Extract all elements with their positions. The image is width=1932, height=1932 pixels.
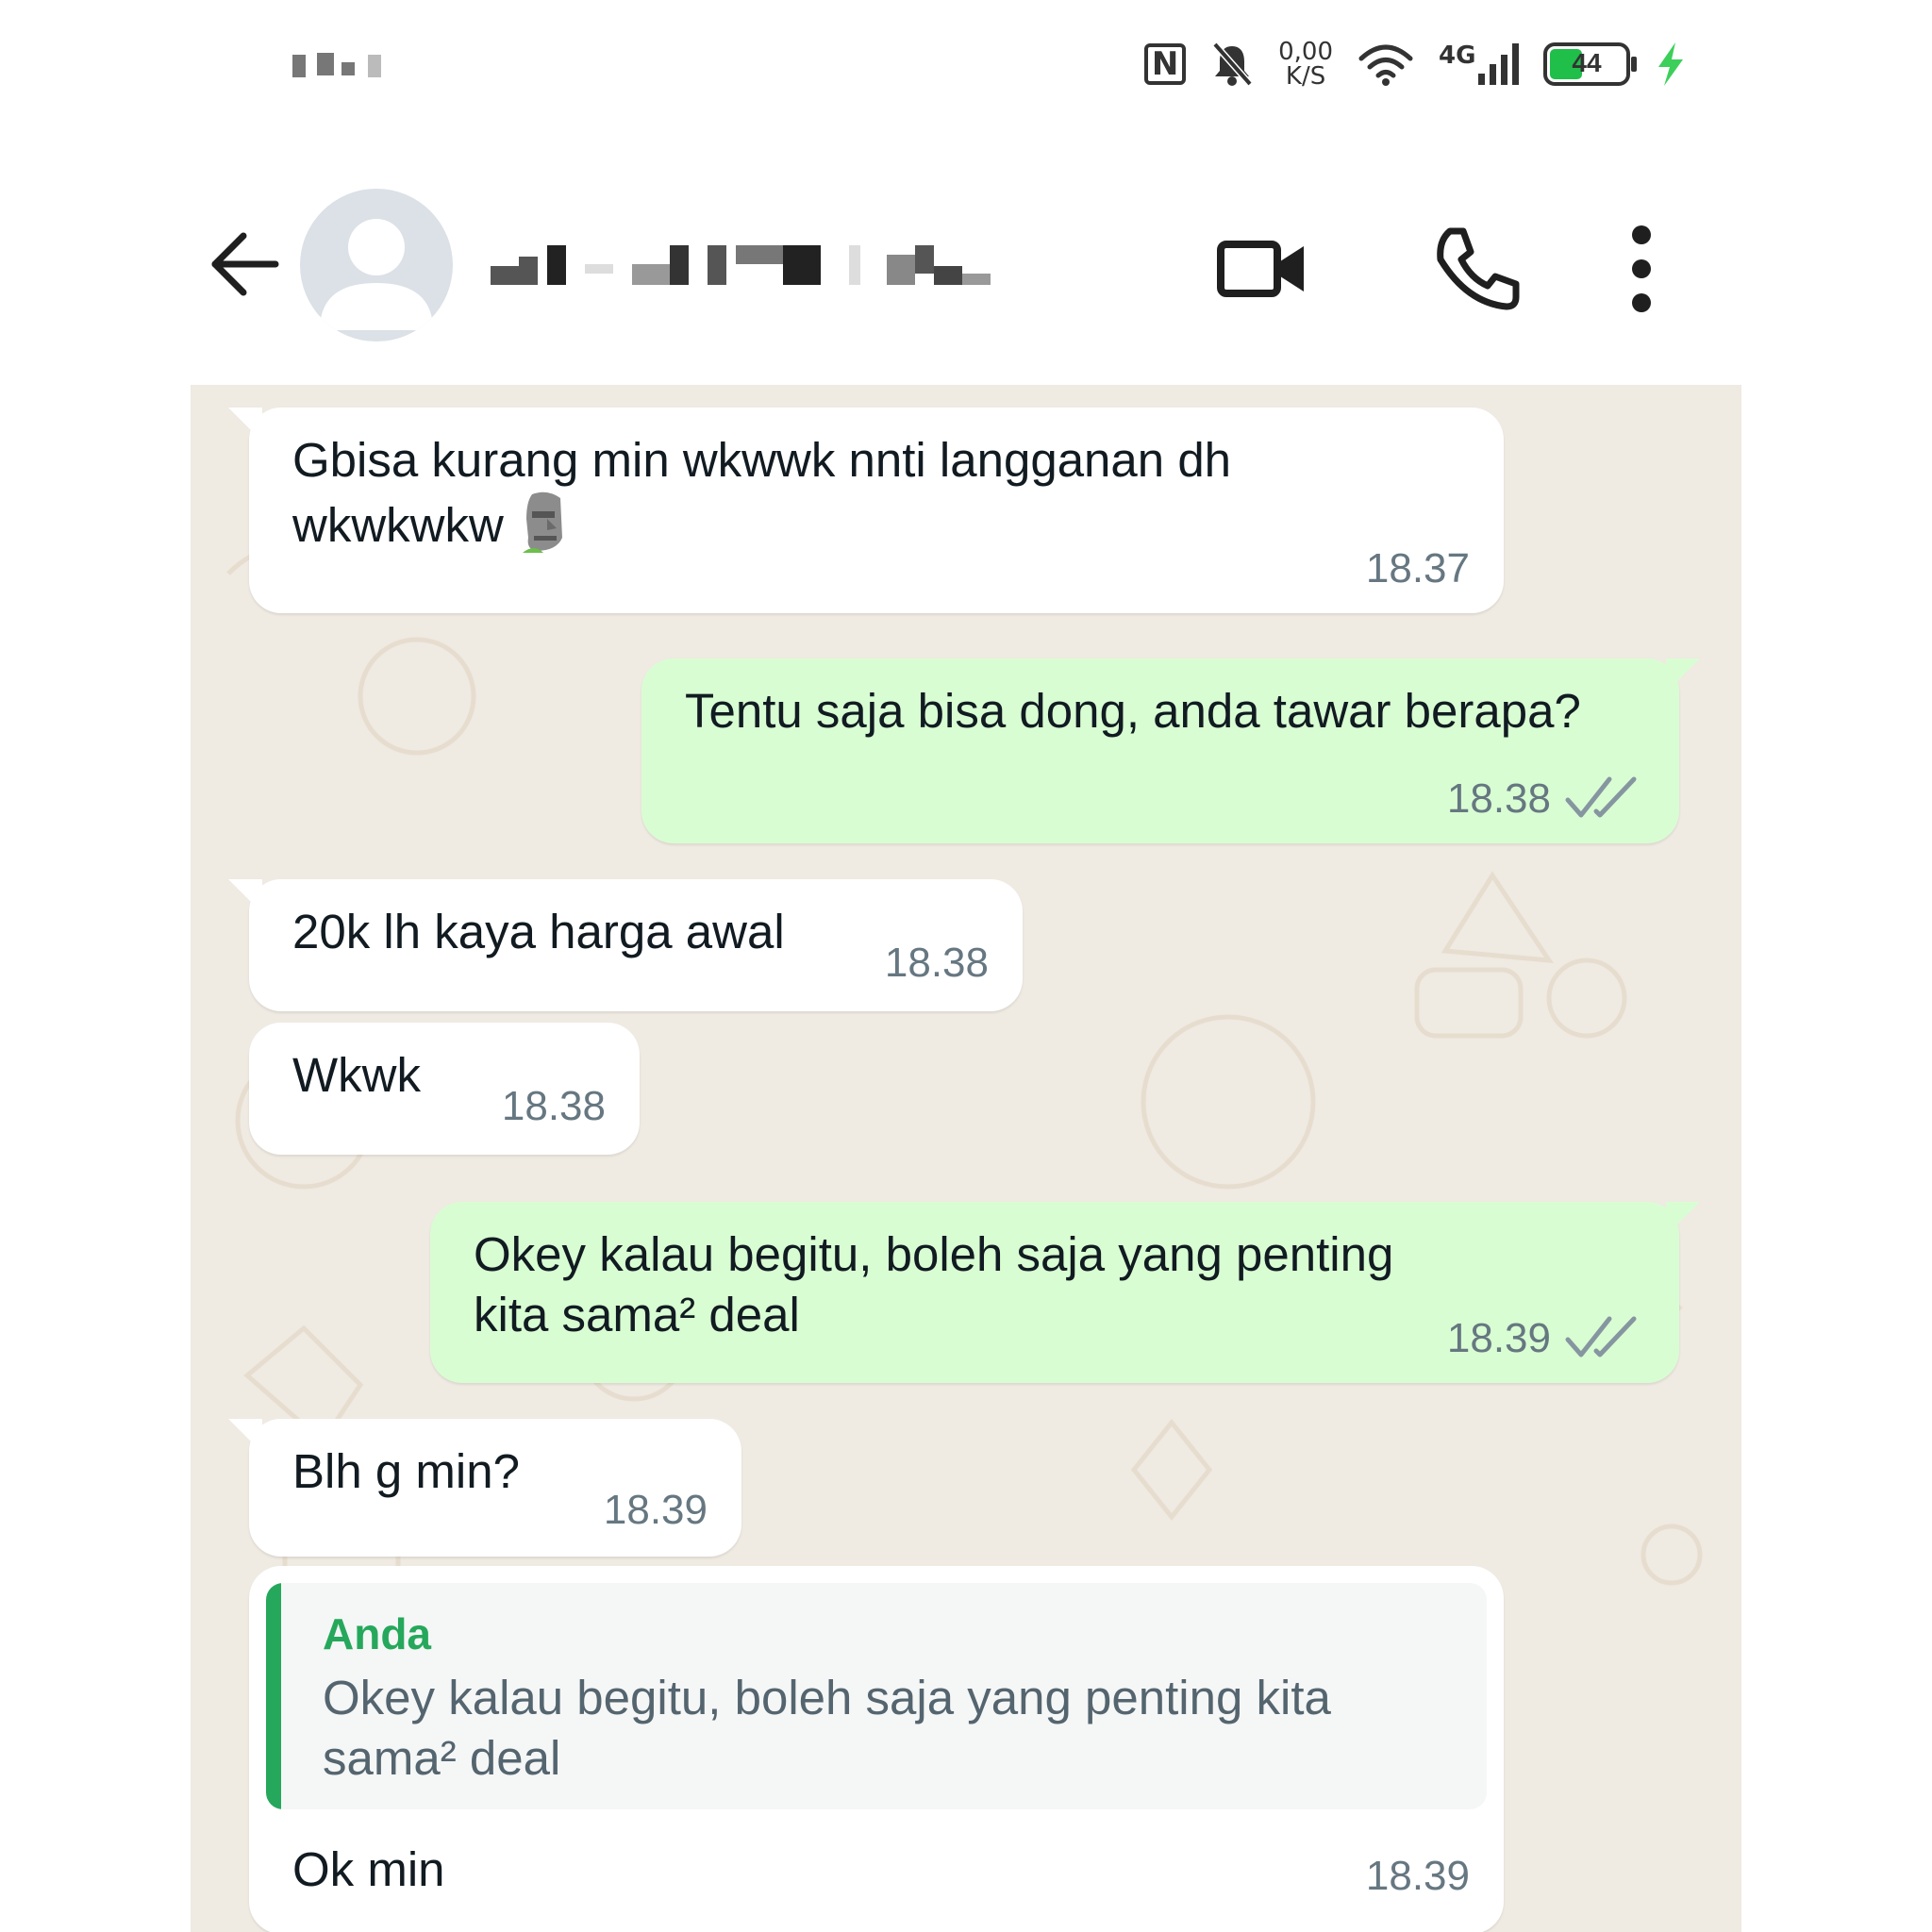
message-text-line-2: wkwkwkw	[292, 498, 504, 552]
wifi-icon	[1358, 44, 1413, 86]
message-bubble-incoming[interactable]: Blh g min? 18.39	[228, 1419, 741, 1557]
contact-name-redacted[interactable]	[491, 245, 1132, 292]
chat-area[interactable]: Gbisa kurang min wkwwk nnti langganan dh…	[191, 385, 1741, 1932]
moai-emoji	[519, 491, 570, 557]
message-time: 18.39	[1446, 1315, 1551, 1361]
quote-text: Okey kalau begitu, boleh saja yang penti…	[323, 1671, 1331, 1785]
status-time-redacted	[292, 49, 396, 85]
message-time: 18.39	[1365, 1853, 1470, 1899]
double-check-icon	[1565, 776, 1637, 818]
net-speed: 0,00 K/S	[1278, 40, 1333, 89]
message-text: 20k lh kaya harga awal	[292, 905, 785, 958]
message-text: Ok min	[292, 1842, 445, 1896]
message-time: 18.37	[1365, 545, 1470, 591]
battery-icon: 44	[1543, 42, 1637, 86]
mute-icon	[1212, 42, 1253, 87]
bubble-tail	[228, 408, 262, 441]
message-text: Okey kalau begitu, boleh saja yang penti…	[474, 1227, 1394, 1341]
net-speed-unit: K/S	[1285, 62, 1326, 91]
back-arrow-icon[interactable]	[208, 226, 283, 302]
bubble-tail	[228, 1419, 262, 1453]
message-time: 18.38	[1446, 775, 1551, 822]
status-icons: N 0,00 K/S 4G 44	[1144, 36, 1687, 92]
message-bubble-incoming[interactable]: Wkwk 18.38	[249, 1023, 640, 1155]
message-bubble-incoming[interactable]: Gbisa kurang min wkwwk nnti langganan dh…	[228, 408, 1504, 613]
bubble-tail	[1666, 658, 1700, 692]
message-bubble-incoming-reply[interactable]: Anda Okey kalau begitu, boleh saja yang …	[249, 1566, 1504, 1932]
message-bubble-outgoing[interactable]: Okey kalau begitu, boleh saja yang penti…	[430, 1202, 1700, 1383]
battery-percent: 44	[1572, 48, 1602, 77]
more-menu-icon[interactable]	[1613, 222, 1670, 316]
bubble-tail	[1666, 1202, 1700, 1236]
voice-call-icon[interactable]	[1429, 222, 1524, 316]
message-text: Gbisa kurang min wkwwk nnti langganan dh…	[292, 430, 1466, 557]
message-bubble-outgoing[interactable]: Tentu saja bisa dong, anda tawar berapa?…	[641, 658, 1700, 843]
video-call-icon[interactable]	[1217, 222, 1311, 316]
message-time: 18.39	[603, 1487, 708, 1533]
charging-icon	[1658, 42, 1683, 86]
quote-author: Anda	[323, 1609, 431, 1658]
quoted-message[interactable]: Anda Okey kalau begitu, boleh saja yang …	[266, 1583, 1487, 1809]
message-text: Tentu saja bisa dong, anda tawar berapa?	[685, 684, 1581, 738]
double-check-icon	[1565, 1316, 1637, 1357]
status-bar: N 0,00 K/S 4G 44	[0, 0, 1932, 142]
message-time: 18.38	[501, 1083, 606, 1129]
network-type: 4G	[1439, 42, 1476, 70]
net-speed-value: 0,00	[1278, 38, 1333, 66]
nfc-icon: N	[1144, 43, 1187, 85]
quote-accent-bar	[266, 1583, 281, 1809]
avatar[interactable]	[300, 189, 453, 341]
message-bubble-incoming[interactable]: 20k lh kaya harga awal 18.38	[228, 879, 1023, 1011]
message-text-line-1: Gbisa kurang min wkwwk nnti langganan dh	[292, 433, 1232, 487]
avatar-icon	[320, 219, 433, 330]
signal-icon: 4G	[1439, 42, 1519, 85]
chat-header	[189, 179, 1736, 349]
bubble-tail	[228, 879, 262, 913]
message-time: 18.38	[884, 940, 989, 986]
